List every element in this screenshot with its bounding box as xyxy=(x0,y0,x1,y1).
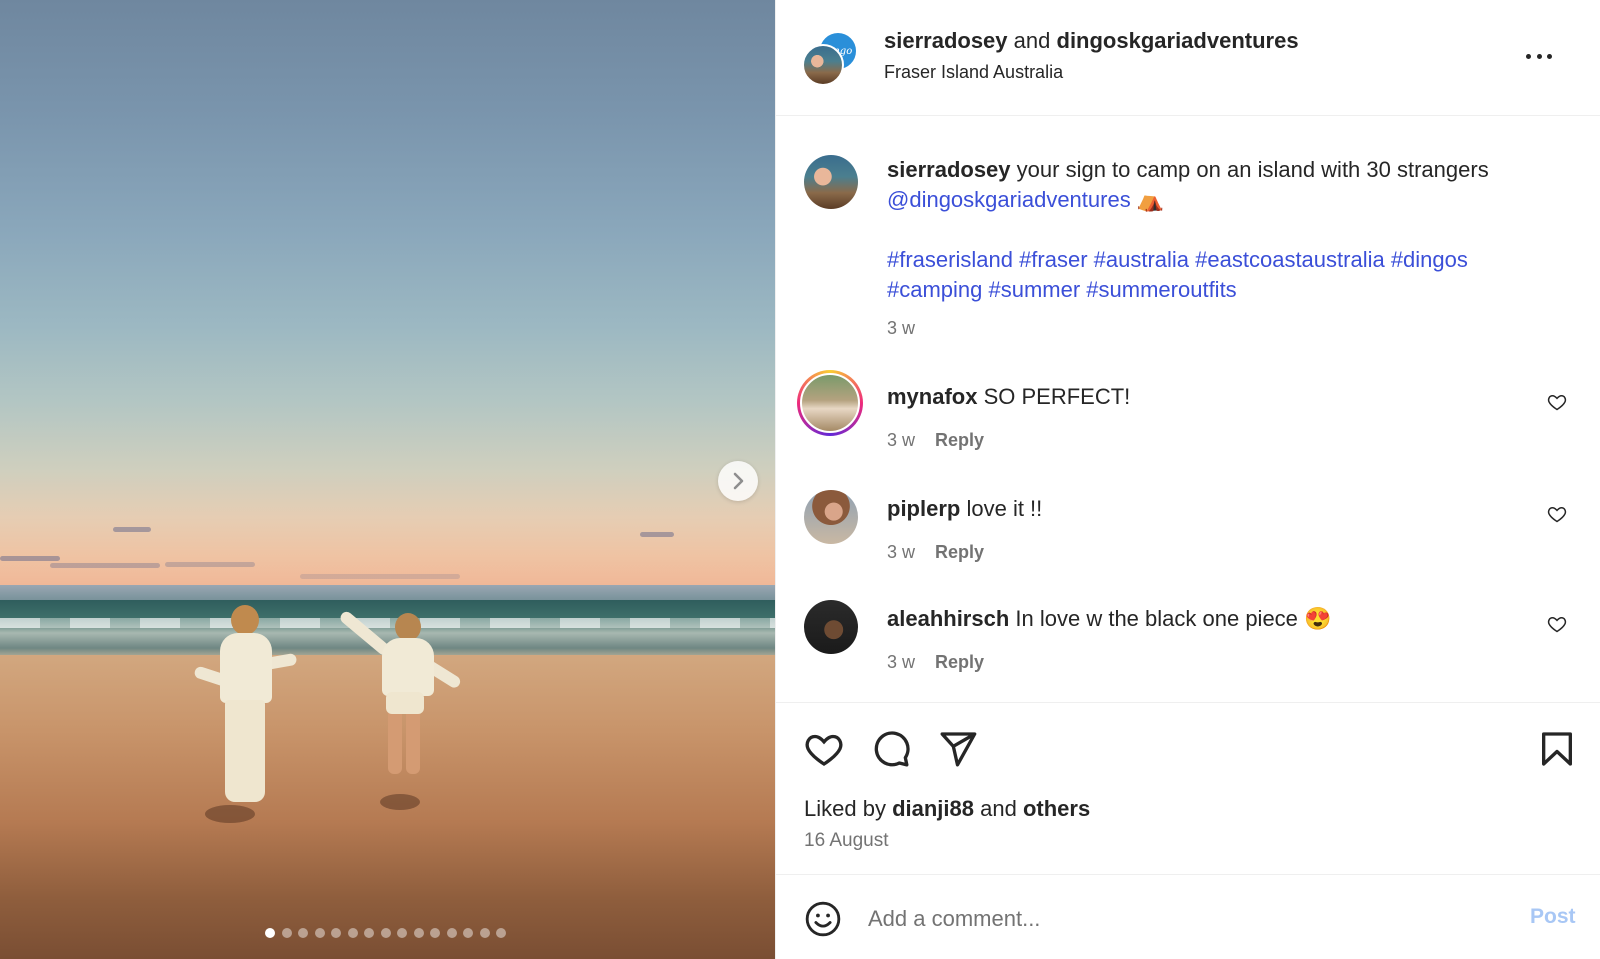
caption-time[interactable]: 3 w xyxy=(887,318,915,339)
comment-body: mynafox SO PERFECT! xyxy=(887,384,1130,410)
liked-by-prefix: Liked by xyxy=(804,796,886,821)
emoji-icon[interactable] xyxy=(804,900,842,938)
liked-by-others[interactable]: others xyxy=(1023,796,1090,821)
heart-eyes-emoji: 😍 xyxy=(1304,606,1332,631)
comment-avatar[interactable] xyxy=(804,490,858,544)
collaborator-username[interactable]: dingoskgariadventures xyxy=(1057,28,1299,53)
carousel-dot xyxy=(446,928,457,938)
carousel-dot xyxy=(347,928,358,938)
caption-username[interactable]: sierradosey xyxy=(887,157,1011,182)
caption-text: your sign to camp on an island with 30 s… xyxy=(1016,157,1489,182)
post-location[interactable]: Fraser Island Australia xyxy=(884,62,1063,83)
caption-avatar[interactable] xyxy=(804,155,858,209)
comment-username[interactable]: mynafox xyxy=(887,384,977,409)
post-actions: Liked by dianji88 and others 16 August xyxy=(776,702,1600,874)
carousel-dot xyxy=(281,928,292,938)
person-right xyxy=(338,598,475,813)
add-comment-bar: Post xyxy=(776,874,1600,959)
caption-mention[interactable]: @dingoskgariadventures xyxy=(887,187,1131,212)
carousel-dot xyxy=(380,928,391,938)
comment-body: piplerp love it !! xyxy=(887,496,1042,522)
comment-item: mynafox SO PERFECT! 3 w Reply xyxy=(776,370,1600,468)
comment-text: In love w the black one piece xyxy=(1015,606,1298,631)
reply-button[interactable]: Reply xyxy=(935,542,984,563)
liked-by: Liked by dianji88 and others xyxy=(804,796,1090,822)
heart-icon[interactable] xyxy=(1547,504,1567,524)
cloud xyxy=(640,532,674,537)
comment-avatar[interactable] xyxy=(797,370,863,436)
comment-input[interactable] xyxy=(868,901,1488,937)
carousel-dot xyxy=(413,928,424,938)
comment-avatar[interactable] xyxy=(804,600,858,654)
post-caption: sierradosey your sign to camp on an isla… xyxy=(887,155,1577,305)
comment-username[interactable]: aleahhirsch xyxy=(887,606,1009,631)
comment-meta: 3 w Reply xyxy=(887,652,984,673)
carousel-dot xyxy=(265,928,275,938)
comment-meta: 3 w Reply xyxy=(887,430,984,451)
carousel-dot xyxy=(397,928,407,938)
cloud xyxy=(300,574,460,579)
comment-username[interactable]: piplerp xyxy=(887,496,960,521)
more-icon xyxy=(1526,53,1552,59)
heart-icon[interactable] xyxy=(1547,392,1567,412)
author-avatar[interactable] xyxy=(802,44,844,86)
author-username[interactable]: sierradosey xyxy=(884,28,1008,53)
carousel-dot xyxy=(298,928,308,938)
cloud xyxy=(165,562,255,567)
carousel-dot xyxy=(430,928,440,938)
post-media[interactable] xyxy=(0,0,775,959)
collab-joiner: and xyxy=(1013,28,1051,53)
carousel-next-button[interactable] xyxy=(718,461,758,501)
bookmark-icon[interactable] xyxy=(1537,729,1577,769)
heart-icon[interactable] xyxy=(804,729,844,769)
carousel-dot xyxy=(314,928,325,938)
reply-button[interactable]: Reply xyxy=(935,652,984,673)
post-authors: sierradosey and dingoskgariadventures xyxy=(884,28,1299,54)
comment-item: piplerp love it !! 3 w Reply xyxy=(776,490,1600,580)
cloud xyxy=(113,527,151,532)
carousel-dot xyxy=(496,928,506,938)
post-comment-button[interactable]: Post xyxy=(1530,905,1576,929)
heart-icon[interactable] xyxy=(1547,614,1567,634)
carousel-dot xyxy=(479,928,490,938)
person-left xyxy=(175,605,305,823)
comment-body: aleahhirsch In love w the black one piec… xyxy=(887,606,1331,632)
comment-text: love it !! xyxy=(966,496,1043,521)
post-date[interactable]: 16 August xyxy=(804,830,889,852)
carousel-indicator xyxy=(265,928,506,938)
liked-by-user[interactable]: dianji88 xyxy=(892,796,974,821)
comment-text: SO PERFECT! xyxy=(983,384,1131,409)
comment-time[interactable]: 3 w xyxy=(887,542,915,563)
comment-item: aleahhirsch In love w the black one piec… xyxy=(776,600,1600,690)
comment-time[interactable]: 3 w xyxy=(887,430,915,451)
post-header: dingo sierradosey and dingoskgariadventu… xyxy=(776,0,1600,116)
share-icon[interactable] xyxy=(938,729,978,769)
carousel-dot xyxy=(364,928,374,938)
caption-hashtags-line2[interactable]: #camping #summer #summeroutfits xyxy=(887,275,1577,305)
liked-by-joiner: and xyxy=(980,796,1017,821)
post-detail-panel: dingo sierradosey and dingoskgariadventu… xyxy=(775,0,1600,959)
chevron-right-icon xyxy=(733,472,744,490)
comment-icon[interactable] xyxy=(871,729,911,769)
carousel-dot xyxy=(463,928,473,938)
carousel-dot xyxy=(331,928,341,938)
tent-emoji: ⛺ xyxy=(1136,187,1165,212)
cloud xyxy=(0,556,60,561)
more-options-button[interactable] xyxy=(1526,44,1566,68)
caption-hashtags-line1[interactable]: #fraserisland #fraser #australia #eastco… xyxy=(887,245,1577,275)
reply-button[interactable]: Reply xyxy=(935,430,984,451)
comment-meta: 3 w Reply xyxy=(887,542,984,563)
cloud xyxy=(50,563,160,568)
comment-time[interactable]: 3 w xyxy=(887,652,915,673)
